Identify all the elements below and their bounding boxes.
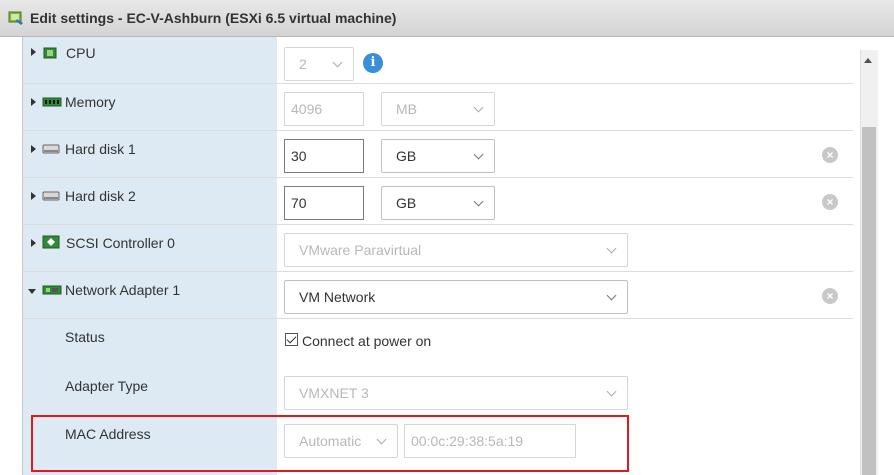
row-hard-disk-1: Hard disk 1 30 GB × — [23, 131, 853, 178]
remove-icon[interactable]: × — [822, 194, 838, 210]
row-label-network-adapter: Network Adapter 1 — [65, 282, 181, 298]
row-label-hard-disk-1: Hard disk 1 — [65, 141, 136, 157]
row-adapter-type: Adapter Type VMXNET 3 — [23, 366, 853, 415]
cpu-count-value: 2 — [299, 56, 307, 72]
chevron-down-icon — [332, 57, 343, 68]
memory-icon — [42, 97, 62, 107]
mac-address-highlight — [31, 415, 629, 472]
hard-disk-2-unit-select[interactable]: GB — [381, 186, 495, 220]
scsi-controller-type-select[interactable]: VMware Paravirtual — [284, 233, 628, 267]
hard-disk-2-unit-value: GB — [396, 195, 417, 211]
row-cpu: CPU 2 i — [23, 37, 853, 84]
memory-unit-value: MB — [396, 101, 417, 117]
memory-size-input[interactable]: 4096 — [284, 92, 364, 126]
cpu-chip-icon — [43, 47, 57, 59]
network-adapter-icon — [42, 285, 62, 295]
remove-icon[interactable]: × — [822, 288, 838, 304]
expand-caret-memory[interactable] — [31, 98, 36, 106]
scsi-controller-icon — [42, 235, 60, 249]
remove-icon[interactable]: × — [822, 147, 838, 163]
connect-at-power-on-label[interactable]: Connect at power on — [302, 333, 431, 349]
network-value: VM Network — [299, 289, 376, 305]
network-select[interactable]: VM Network — [284, 280, 628, 314]
row-label-scsi-controller: SCSI Controller 0 — [66, 235, 175, 251]
row-label-adapter-type: Adapter Type — [65, 378, 149, 394]
hard-disk-1-size-input[interactable]: 30 — [284, 139, 364, 173]
hard-disk-1-unit-select[interactable]: GB — [381, 139, 495, 173]
scroll-up-arrow-icon[interactable] — [864, 58, 872, 63]
row-label-memory: Memory — [65, 94, 116, 110]
adapter-type-select[interactable]: VMXNET 3 — [284, 376, 628, 410]
hard-disk-2-size-input[interactable]: 70 — [284, 186, 364, 220]
hard-disk-icon — [42, 144, 60, 154]
hard-disk-icon — [42, 191, 60, 201]
adapter-type-value: VMXNET 3 — [299, 385, 369, 401]
expand-caret-cpu[interactable] — [31, 48, 36, 56]
chevron-down-icon — [473, 149, 484, 160]
row-memory: Memory 4096 MB — [23, 84, 853, 131]
expand-caret-hard-disk-1[interactable] — [31, 145, 36, 153]
row-hard-disk-2: Hard disk 2 70 GB × — [23, 178, 853, 225]
row-status: Status Connect at power on — [23, 319, 853, 366]
row-scsi-controller: SCSI Controller 0 VMware Paravirtual — [23, 225, 853, 272]
memory-unit-select[interactable]: MB — [381, 92, 495, 126]
cpu-count-select[interactable]: 2 — [284, 47, 354, 81]
dialog-title-bar: Edit settings - EC-V-Ashburn (ESXi 6.5 v… — [0, 0, 894, 37]
row-label-hard-disk-2: Hard disk 2 — [65, 188, 136, 204]
expand-caret-scsi-controller[interactable] — [31, 239, 36, 247]
chevron-down-icon — [473, 196, 484, 207]
chevron-down-icon — [606, 386, 617, 397]
row-label-cpu: CPU — [66, 45, 96, 61]
expand-caret-hard-disk-2[interactable] — [31, 192, 36, 200]
row-label-status: Status — [65, 329, 105, 345]
dialog-title: Edit settings - EC-V-Ashburn (ESXi 6.5 v… — [30, 10, 397, 26]
row-network-adapter-1: Network Adapter 1 VM Network × — [23, 272, 853, 319]
collapse-caret-network-adapter[interactable] — [28, 289, 36, 294]
hard-disk-1-unit-value: GB — [396, 148, 417, 164]
scrollbar-thumb[interactable] — [862, 127, 876, 475]
vm-settings-icon — [8, 11, 23, 25]
scsi-controller-type-value: VMware Paravirtual — [299, 242, 422, 258]
chevron-down-icon — [473, 102, 484, 113]
info-icon[interactable]: i — [363, 53, 383, 73]
chevron-down-icon — [606, 243, 617, 254]
connect-at-power-on-checkbox[interactable] — [285, 333, 298, 346]
chevron-down-icon — [606, 290, 617, 301]
